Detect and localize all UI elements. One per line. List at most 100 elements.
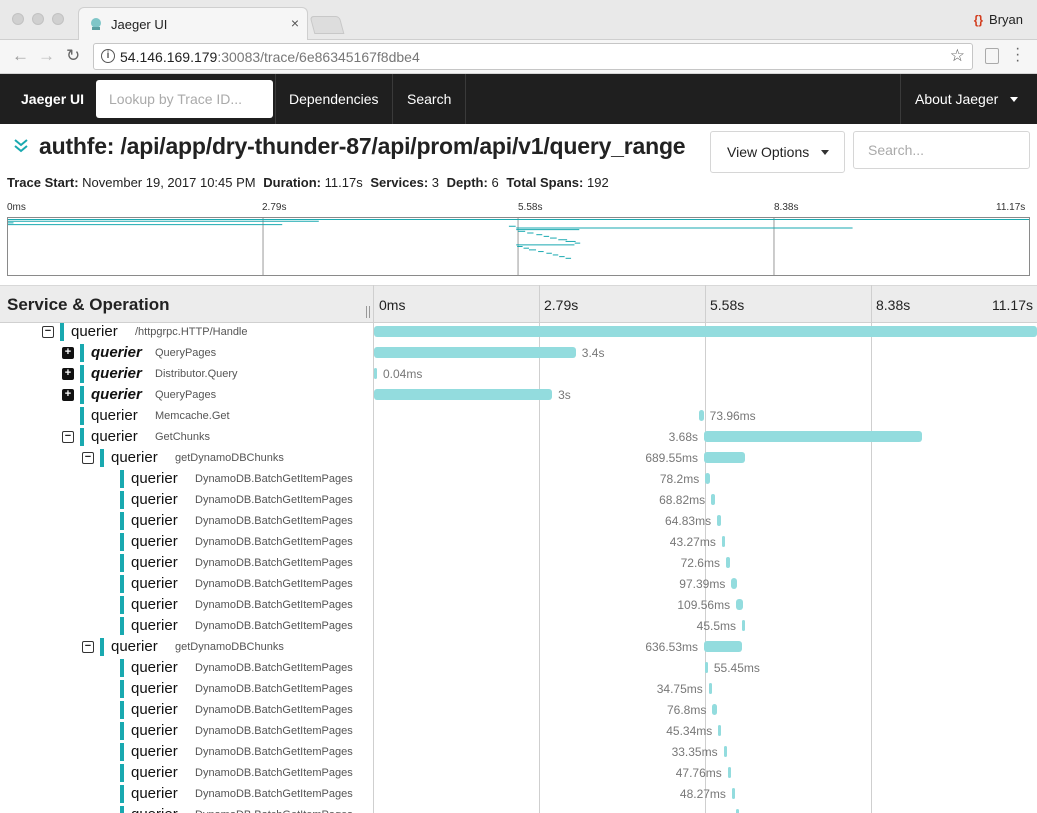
collapse-minus-icon[interactable]: −	[42, 326, 54, 338]
service-color-bar	[120, 806, 124, 813]
span-row[interactable]: querier Memcache.Get 73.96ms	[0, 406, 1037, 427]
span-row[interactable]: querier DynamoDB.BatchGetItemPages 68.82ms	[0, 490, 1037, 511]
collapse-chevron-icon[interactable]	[13, 137, 29, 153]
minimap-tick: 8.38s	[774, 202, 799, 213]
tab-title: Jaeger UI	[111, 17, 168, 32]
span-row[interactable]: − querier/httpgrpc.HTTP/Handle	[0, 322, 1037, 343]
span-row[interactable]: − querier getDynamoDBChunks 636.53ms	[0, 637, 1037, 658]
span-duration-bar[interactable]	[736, 809, 740, 813]
expand-plus-icon[interactable]: +	[62, 368, 74, 380]
info-icon[interactable]: i	[101, 49, 115, 63]
span-duration-bar[interactable]	[736, 599, 743, 610]
span-row[interactable]: querier DynamoDB.BatchGetItemPages 47.76ms	[0, 763, 1037, 784]
span-row[interactable]: + querier QueryPages 3s	[0, 385, 1037, 406]
span-duration-bar[interactable]	[731, 578, 738, 589]
expand-plus-icon[interactable]: +	[62, 389, 74, 401]
span-row[interactable]: querier DynamoDB.BatchGetItemPages 109.56m…	[0, 595, 1037, 616]
span-duration-bar[interactable]	[711, 494, 716, 505]
span-row[interactable]: + querier Distributor.Query 0.04ms	[0, 364, 1037, 385]
browser-tab[interactable]: Jaeger UI ×	[78, 7, 308, 40]
span-row[interactable]: − querier GetChunks 3.68s	[0, 427, 1037, 448]
browser-menu-icon[interactable]: · · ·	[1015, 41, 1021, 69]
span-row[interactable]: querier DynamoDB.BatchGetItemPages 97.39ms	[0, 574, 1037, 595]
span-duration-label: 636.53ms	[645, 640, 699, 654]
view-options-label: View Options	[727, 144, 810, 160]
span-row[interactable]: querier DynamoDB.BatchGetItemPages 43.27ms	[0, 532, 1037, 553]
span-duration-bar[interactable]	[374, 368, 377, 379]
span-duration-bar[interactable]	[742, 620, 745, 631]
span-duration-label: 55.45ms	[713, 661, 760, 675]
window-zoom-button[interactable]	[52, 13, 64, 25]
span-row[interactable]: − querier getDynamoDBChunks 689.55ms	[0, 448, 1037, 469]
span-row[interactable]: querier DynamoDB.BatchGetItemPages 72.6ms	[0, 553, 1037, 574]
span-duration-bar[interactable]	[704, 452, 745, 463]
span-row[interactable]: querier DynamoDB.BatchGetItemPages 33.35ms	[0, 742, 1037, 763]
span-row[interactable]: querier DynamoDB.BatchGetItemPages 48.27ms	[0, 784, 1037, 805]
span-service-name: querier	[71, 323, 118, 340]
browser-profile[interactable]: {} Bryan	[974, 12, 1023, 27]
span-duration-label: 689.55ms	[645, 451, 699, 465]
span-search-input[interactable]	[853, 131, 1030, 169]
span-duration-bar[interactable]	[374, 389, 553, 400]
nav-search-link[interactable]: Search	[407, 91, 451, 107]
span-row[interactable]: querier DynamoDB.BatchGetItemPages 55.45ms	[0, 658, 1037, 679]
span-duration-bar[interactable]	[704, 641, 742, 652]
span-row[interactable]: querier DynamoDB.BatchGetItemPages 64.83ms	[0, 511, 1037, 532]
span-service-name: querier	[131, 512, 178, 529]
service-color-bar	[80, 407, 84, 425]
column-resize-handle[interactable]	[366, 306, 370, 318]
span-duration-bar[interactable]	[727, 767, 731, 778]
span-duration-bar[interactable]	[718, 725, 722, 736]
collapse-minus-icon[interactable]: −	[82, 641, 94, 653]
span-duration-bar[interactable]	[704, 662, 708, 673]
jaeger-brand[interactable]: Jaeger UI	[21, 91, 84, 107]
span-duration-bar[interactable]	[725, 557, 731, 568]
span-duration-bar[interactable]	[731, 788, 735, 799]
extension-icon[interactable]	[985, 48, 999, 64]
bookmark-star-icon[interactable]: ☆	[950, 46, 965, 66]
service-color-bar	[120, 617, 124, 635]
collapse-minus-icon[interactable]: −	[82, 452, 94, 464]
timeline-tick: 5.58s	[710, 297, 745, 313]
span-duration-label: 45.5ms	[696, 619, 737, 633]
service-color-bar	[120, 512, 124, 530]
span-duration-bar[interactable]	[704, 431, 923, 442]
nav-dependencies-link[interactable]: Dependencies	[289, 91, 379, 107]
window-minimize-button[interactable]	[32, 13, 44, 25]
forward-arrow-icon[interactable]: →	[38, 46, 55, 66]
span-row[interactable]: querier DynamoDB.BatchGetItemPages	[0, 805, 1037, 813]
span-row[interactable]: + querier QueryPages 3.4s	[0, 343, 1037, 364]
span-operation-name: Memcache.Get	[155, 410, 230, 422]
collapse-minus-icon[interactable]: −	[62, 431, 74, 443]
address-bar[interactable]: i 54.146.169.179:30083/trace/6e86345167f…	[93, 43, 973, 70]
trace-start-value: November 19, 2017 10:45 PM	[82, 175, 256, 190]
trace-minimap[interactable]	[7, 217, 1030, 276]
nav-separator	[392, 74, 393, 124]
trace-id-lookup-input[interactable]	[96, 80, 273, 118]
view-options-dropdown[interactable]: View Options	[710, 131, 845, 173]
new-tab-button[interactable]	[309, 16, 345, 34]
window-close-button[interactable]	[12, 13, 24, 25]
span-duration-bar[interactable]	[374, 326, 1037, 337]
span-operation-name: DynamoDB.BatchGetItemPages	[195, 599, 353, 611]
span-row[interactable]: querier DynamoDB.BatchGetItemPages 45.34ms	[0, 721, 1037, 742]
span-row[interactable]: querier DynamoDB.BatchGetItemPages 45.5ms	[0, 616, 1037, 637]
expand-plus-icon[interactable]: +	[62, 347, 74, 359]
span-duration-bar[interactable]	[374, 347, 576, 358]
reload-icon[interactable]: ↻	[66, 46, 80, 66]
span-duration-bar[interactable]	[717, 515, 721, 526]
about-jaeger-menu[interactable]: About Jaeger	[915, 91, 1019, 107]
back-arrow-icon[interactable]: ←	[12, 46, 29, 66]
span-duration-bar[interactable]	[708, 683, 712, 694]
span-row[interactable]: querier DynamoDB.BatchGetItemPages 34.75ms	[0, 679, 1037, 700]
tab-close-icon[interactable]: ×	[291, 15, 299, 31]
span-row[interactable]: querier DynamoDB.BatchGetItemPages 78.2ms	[0, 469, 1037, 490]
span-duration-bar[interactable]	[721, 536, 725, 547]
span-row[interactable]: querier DynamoDB.BatchGetItemPages 76.8ms	[0, 700, 1037, 721]
duration-label: Duration:	[263, 175, 322, 190]
span-duration-bar[interactable]	[699, 410, 704, 421]
span-duration-bar[interactable]	[712, 704, 717, 715]
span-duration-bar[interactable]	[705, 473, 710, 484]
span-duration-bar[interactable]	[723, 746, 727, 757]
span-duration-label: 34.75ms	[656, 682, 703, 696]
